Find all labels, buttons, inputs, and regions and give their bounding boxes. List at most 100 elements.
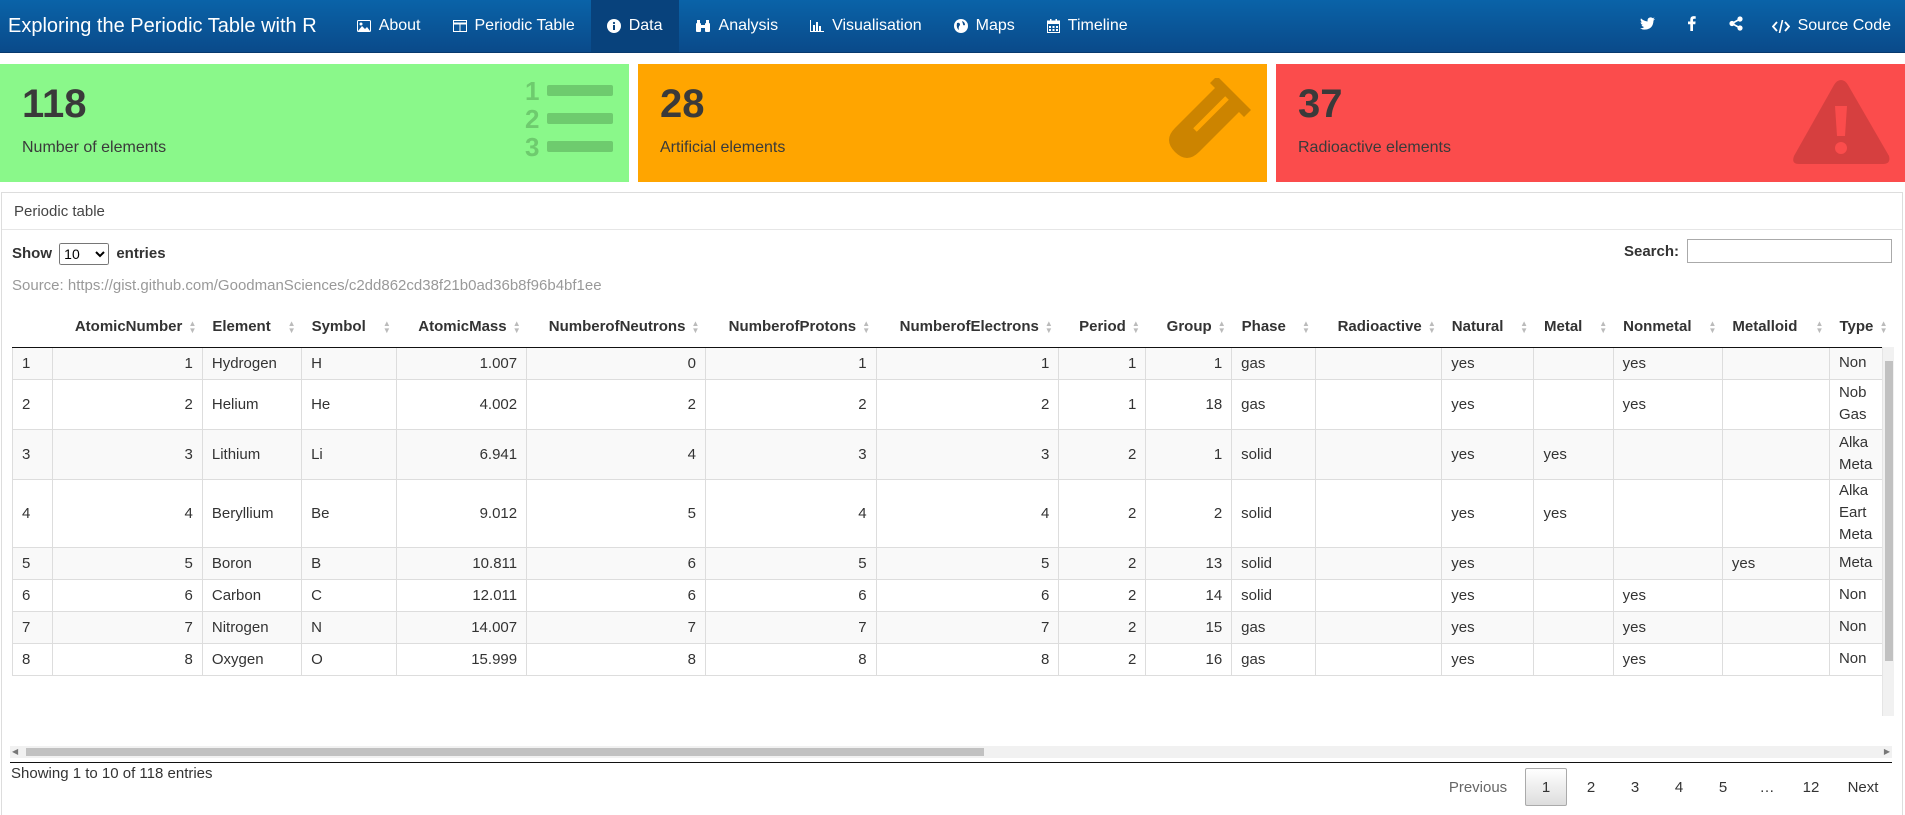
nav-maps[interactable]: Maps [938,0,1031,52]
table-row[interactable]: 5 5 Boron B 10.811 6 5 5 2 13 solid yes yes Meta [12,547,1894,580]
table-cell [1722,429,1830,480]
table-cell [1722,347,1830,380]
table-row[interactable]: 8 8 Oxygen O 15.999 8 8 8 2 16 gas yes yes Non [12,643,1894,676]
pagination-page-12[interactable]: 12 [1789,768,1833,806]
table-cell: 1 [1145,429,1233,480]
nav-maps-label: Maps [975,17,1015,34]
table-cell: 14 [1145,579,1233,612]
pagination-page-1[interactable]: 1 [1525,768,1567,806]
table-cell: Li [301,429,398,480]
table-cell: 2 [526,379,706,430]
share-button[interactable] [1714,0,1758,52]
column-header[interactable]: Metal ▲ ▼ [1533,306,1614,348]
table-cell: yes [1613,643,1723,676]
table-cell: 2 [1058,643,1147,676]
nav-periodic-table[interactable]: Periodic Table [437,0,591,52]
table-cell: 18 [1145,379,1233,430]
column-header[interactable]: Radioactive ▲ ▼ [1315,306,1442,348]
source-code-link[interactable]: Source Code [1758,0,1905,52]
column-header[interactable]: Period ▲ ▼ [1058,306,1146,348]
search-input[interactable] [1687,239,1892,263]
column-header[interactable] [12,306,53,348]
sort-icon: ▲ ▼ [1217,319,1226,335]
app-title[interactable]: Exploring the Periodic Table with R [0,0,325,52]
table-cell: 5 [12,547,54,580]
table-cell: 15 [1145,611,1233,644]
table-cell: Lithium [202,429,303,480]
pagination-next[interactable]: Next [1833,768,1893,806]
sort-icon: ▲ ▼ [691,319,700,335]
table-cell: yes [1441,379,1535,430]
horizontal-scrollbar-thumb[interactable] [26,748,984,756]
column-header-label: Group [1166,317,1212,335]
pagination-page-4[interactable]: 4 [1657,768,1701,806]
column-header-label: NumberofElectrons [899,317,1039,335]
column-header-label: Metalloid [1732,317,1798,335]
table-cell [1533,579,1614,612]
scroll-left-arrow-icon[interactable]: ◀ [12,747,18,756]
sort-icon: ▲ ▼ [287,319,296,335]
scroll-right-arrow-icon[interactable]: ▶ [1884,747,1890,756]
table-scroll-area[interactable]: AtomicNumber ▲ ▼ Element ▲ ▼ Symbol ▲ ▼ AtomicMas… [12,306,1894,716]
nav-timeline[interactable]: Timeline [1031,0,1144,52]
pagination-previous[interactable]: Previous [1433,768,1523,806]
nav-timeline-label: Timeline [1067,17,1128,34]
column-header[interactable]: NumberofNeutrons ▲ ▼ [526,306,706,348]
pagination-ellipsis: … [1759,778,1775,796]
table-row[interactable]: 2 2 Helium He 4.002 2 2 2 1 18 gas yes yes Nob Gas [12,379,1894,430]
table-cell [1613,479,1723,548]
table-row[interactable]: 4 4 Beryllium Be 9.012 5 4 4 2 2 solid yes yes Alka E… [12,479,1894,548]
sort-icon: ▲ ▼ [1044,319,1053,335]
pagination-page-3[interactable]: 3 [1613,768,1657,806]
vertical-scrollbar-thumb[interactable] [1885,361,1893,661]
table-cell: 16 [1145,643,1233,676]
value-box-label: Number of elements [22,139,167,156]
table-cell: He [301,379,398,430]
value-box-elements: 118 Number of elements 1 2 3 [0,64,629,182]
twitter-button[interactable] [1626,0,1670,52]
value-box-radioactive: 37 Radioactive elements [1276,64,1905,182]
page-length-select[interactable]: 10 [59,243,110,265]
column-header[interactable]: Symbol ▲ ▼ [301,306,397,348]
column-header-label: Natural [1451,317,1504,335]
column-header[interactable]: AtomicMass ▲ ▼ [396,306,527,348]
column-header[interactable]: Metalloid ▲ ▼ [1722,306,1830,348]
table-cell: yes [1722,547,1830,580]
column-header[interactable]: Group ▲ ▼ [1145,306,1232,348]
column-header[interactable]: Type ▲ ▼ [1829,306,1894,348]
nav-analysis[interactable]: Analysis [679,0,795,52]
sort-icon: ▲ ▼ [512,319,521,335]
table-cell [1315,347,1443,380]
table-cell: 4 [52,479,203,548]
table-row[interactable]: 1 1 Hydrogen H 1.007 0 1 1 1 1 gas yes yes Non [12,347,1894,380]
column-header[interactable]: Natural ▲ ▼ [1441,306,1534,348]
column-header[interactable]: AtomicNumber ▲ ▼ [52,306,203,348]
nav-visualisation[interactable]: Visualisation [794,0,938,52]
table-row[interactable]: 6 6 Carbon C 12.011 6 6 6 2 14 solid yes yes Non [12,579,1894,612]
column-header[interactable]: Phase ▲ ▼ [1231,306,1316,348]
facebook-button[interactable] [1670,0,1714,52]
search-label: Search: [1623,242,1679,260]
table-cell: yes [1613,347,1723,380]
vertical-scrollbar[interactable] [1882,347,1894,716]
pagination-page-5[interactable]: 5 [1701,768,1745,806]
table-cell: 2 [1058,479,1147,548]
table-cell: 1.007 [396,347,528,380]
table-cell [1315,579,1443,612]
column-header[interactable]: NumberofProtons ▲ ▼ [705,306,877,348]
column-header[interactable]: Element ▲ ▼ [202,306,302,348]
horizontal-scrollbar[interactable]: ◀ ▶ [10,746,1892,758]
table-row[interactable]: 3 3 Lithium Li 6.941 4 3 3 2 1 solid yes yes Alka Met… [12,429,1894,480]
column-header-label: Phase [1241,317,1286,335]
table-cell: 2 [876,379,1060,430]
nav-data[interactable]: Data [590,0,679,52]
column-header[interactable]: NumberofElectrons ▲ ▼ [876,306,1059,348]
svg-text:2: 2 [525,104,539,134]
pagination-page-2[interactable]: 2 [1569,768,1613,806]
table-cell: 7 [52,611,203,644]
table-cell: 3 [705,429,877,480]
nav-about[interactable]: About [341,0,437,52]
column-header[interactable]: Nonmetal ▲ ▼ [1613,306,1723,348]
table-cell: yes [1441,479,1535,548]
table-row[interactable]: 7 7 Nitrogen N 14.007 7 7 7 2 15 gas yes yes Non [12,611,1894,644]
